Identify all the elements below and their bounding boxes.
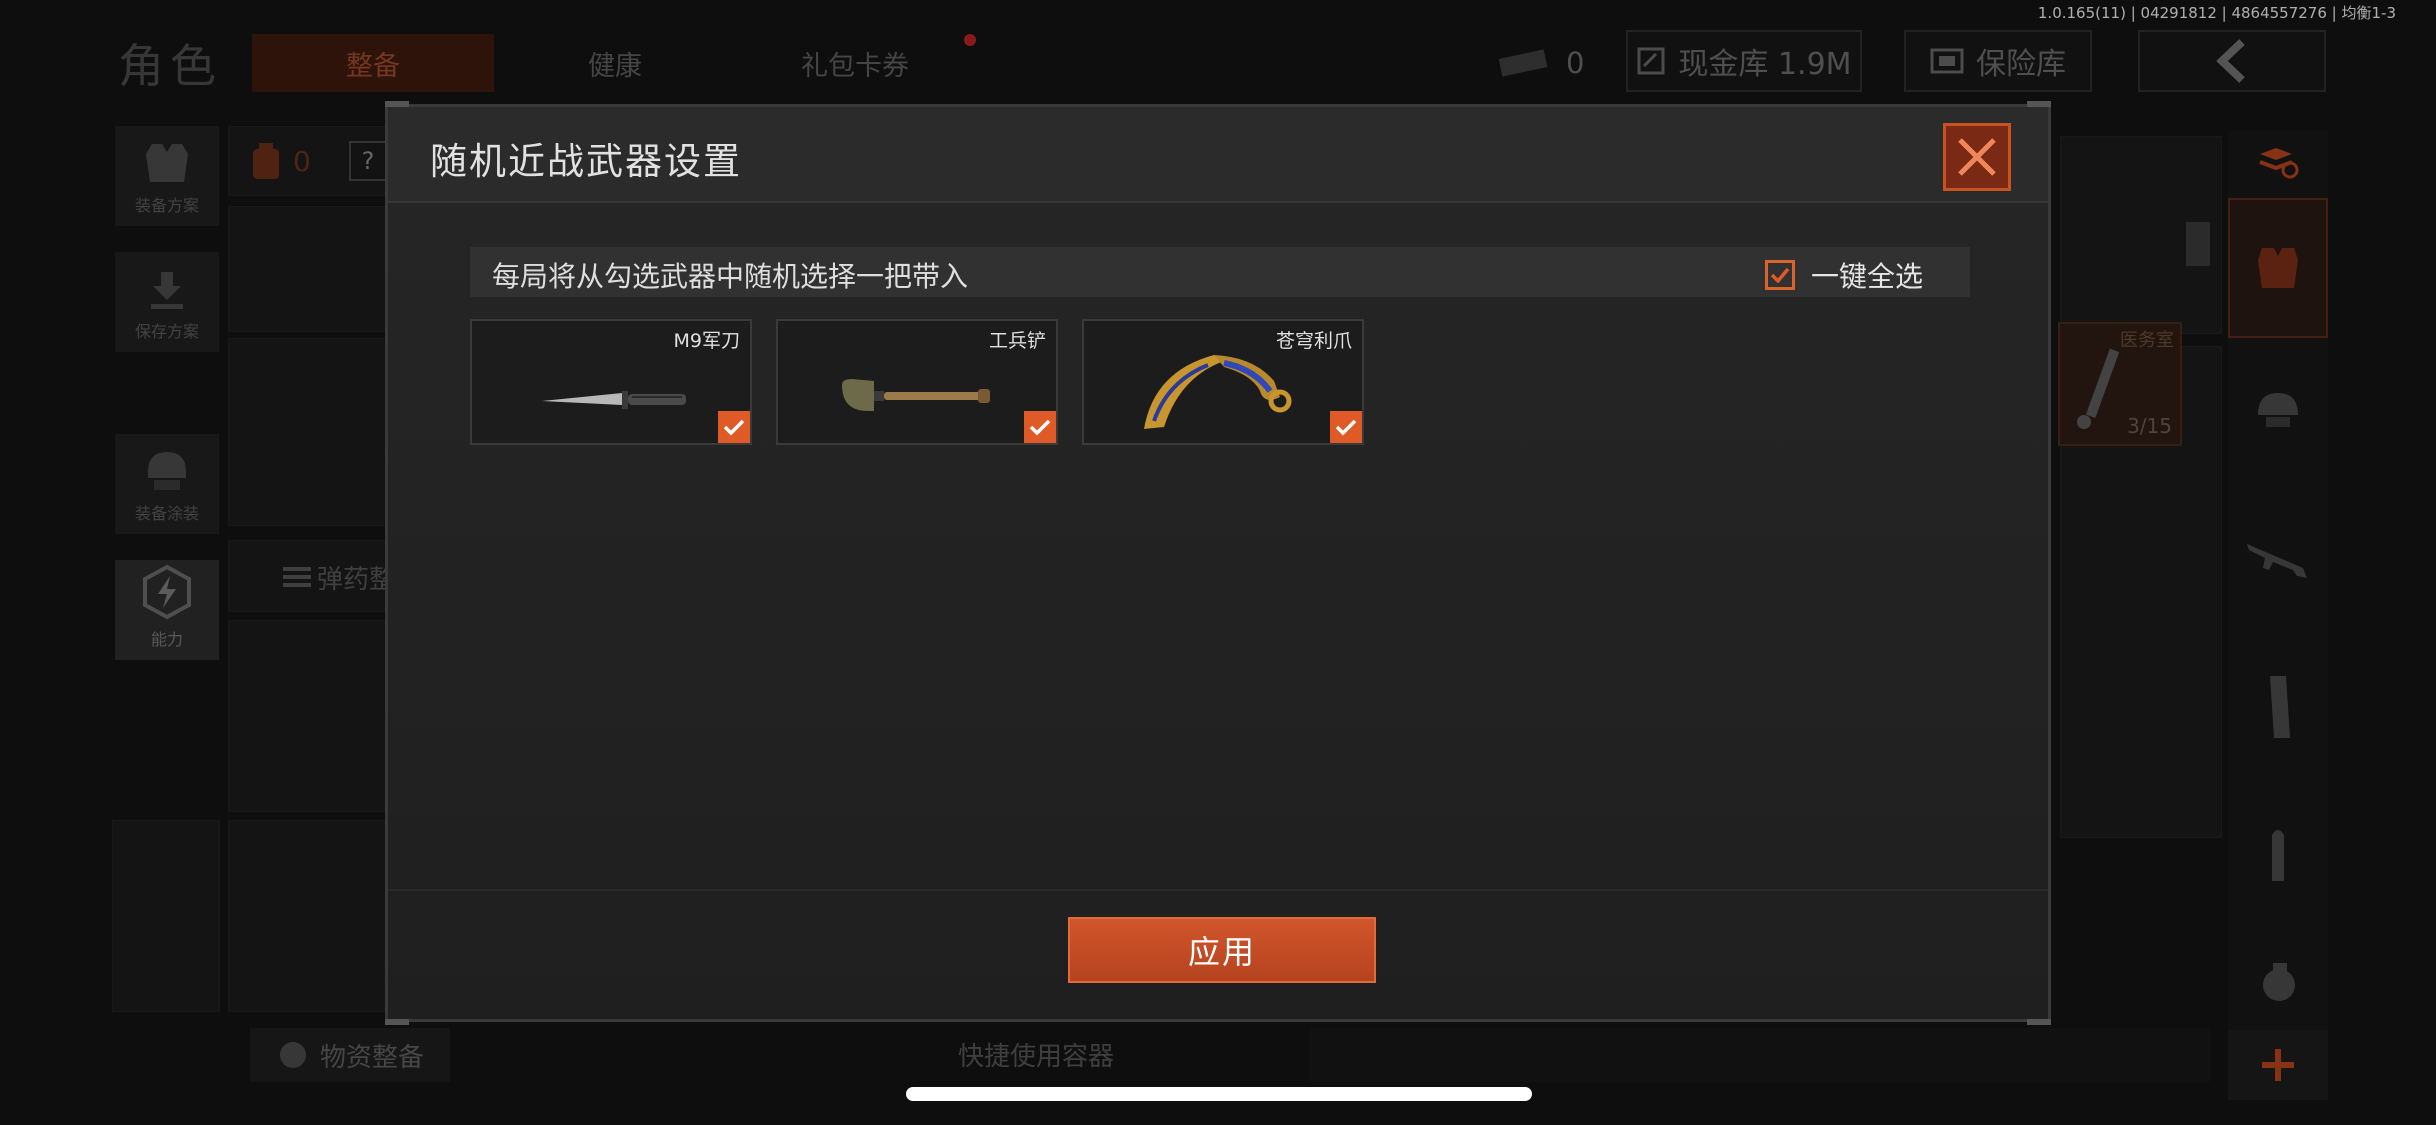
check-icon xyxy=(1770,267,1790,283)
home-indicator[interactable] xyxy=(906,1087,1532,1101)
check-icon xyxy=(723,419,745,436)
modal-title: 随机近战武器设置 xyxy=(430,140,742,183)
close-button[interactable] xyxy=(1943,123,2011,191)
select-all-toggle[interactable]: 一键全选 xyxy=(1765,255,1923,295)
shovel-icon xyxy=(842,379,990,411)
hint-bar: 每局将从勾选武器中随机选择一把带入 一键全选 xyxy=(470,247,1970,297)
weapon-checkbox[interactable] xyxy=(718,411,750,443)
karambit-icon xyxy=(1144,355,1292,429)
select-all-label: 一键全选 xyxy=(1811,260,1924,293)
combat-knife-icon xyxy=(542,391,686,409)
weapon-card-karambit[interactable]: 苍穹利爪 xyxy=(1082,319,1364,445)
check-icon xyxy=(1335,419,1357,436)
weapon-checkbox[interactable] xyxy=(1024,411,1056,443)
weapon-checkbox[interactable] xyxy=(1330,411,1362,443)
check-icon xyxy=(1029,419,1051,436)
apply-button[interactable]: 应用 xyxy=(1068,917,1376,983)
hint-text: 每局将从勾选武器中随机选择一把带入 xyxy=(492,260,969,293)
close-icon xyxy=(1958,138,1996,176)
select-all-checkbox[interactable] xyxy=(1765,260,1795,290)
weapon-card-m9[interactable]: M9军刀 xyxy=(470,319,752,445)
weapon-card-shovel[interactable]: 工兵铲 xyxy=(776,319,1058,445)
random-melee-weapon-modal: 随机近战武器设置 每局将从勾选武器中随机选择一把带入 一键全选 M9军刀 工兵铲 xyxy=(385,101,2051,1025)
modal-header: 随机近战武器设置 xyxy=(388,107,2048,203)
